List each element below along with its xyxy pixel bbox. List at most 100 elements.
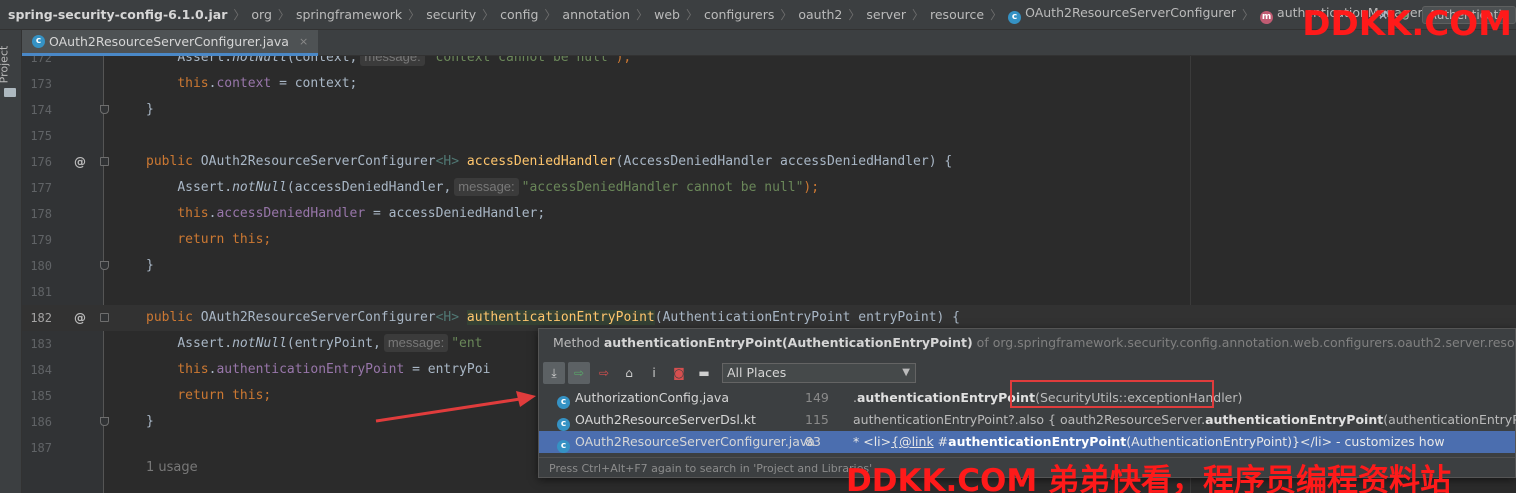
usage-file: AuthorizationConfig.java — [575, 390, 729, 405]
override-marker[interactable]: @ — [74, 305, 86, 331]
code-text: public OAuth2ResourceServerConfigurer<H>… — [146, 154, 953, 169]
breadcrumb-separator: 〉 — [482, 8, 495, 22]
code-text: this.accessDeniedHandler = accessDeniedH… — [177, 206, 546, 221]
line-number: 183 — [30, 337, 52, 351]
usage-file: OAuth2ResourceServerConfigurer.java — [575, 434, 815, 449]
breadcrumb-separator: 〉 — [990, 8, 1003, 22]
line-number: 174 — [30, 103, 52, 117]
left-tool-strip: Project — [0, 30, 22, 493]
breadcrumb-separator: 〉 — [911, 8, 924, 22]
close-icon[interactable]: × — [299, 35, 308, 48]
breadcrumb-separator: 〉 — [408, 8, 421, 22]
highlight-box — [1010, 380, 1214, 408]
line-number: 185 — [30, 389, 52, 403]
code-text: } — [146, 102, 154, 117]
line-number: 172 — [30, 56, 52, 65]
breadcrumb-class-label: OAuth2ResourceServerConfigurer — [1025, 5, 1237, 20]
fold-marker[interactable] — [100, 313, 109, 322]
usage-snippet: authenticationEntryPoint?.also { oauth2R… — [853, 412, 1516, 427]
usage-line: 115 — [805, 412, 829, 427]
usage-snippet: * <li>{@link #authenticationEntryPoint(A… — [853, 434, 1445, 449]
code-line: 177 Assert.notNull(accessDeniedHandler, m… — [22, 175, 1516, 201]
code-text: this.authenticationEntryPoint = entryPoi — [177, 362, 491, 377]
line-number: 187 — [30, 441, 52, 455]
param-hint: message: — [383, 334, 449, 352]
line-number: 182 — [30, 311, 52, 325]
code-line: 181 — [22, 279, 1516, 305]
breadcrumb-configurers[interactable]: configurers — [702, 7, 776, 22]
class-icon: c — [557, 396, 570, 409]
line-number: 181 — [30, 285, 52, 299]
scope-dropdown[interactable]: All Places ▼ — [722, 363, 916, 383]
show-read-access-icon[interactable]: ⇨ — [568, 362, 590, 384]
breadcrumb-config[interactable]: config — [498, 7, 540, 22]
editor-tab-label: OAuth2ResourceServerConfigurer.java — [49, 34, 289, 49]
code-line: 180 } — [22, 253, 1516, 279]
show-imports-icon[interactable]: ⌂ — [618, 362, 640, 384]
arrow-icon — [375, 391, 536, 423]
breadcrumb-resource[interactable]: resource — [928, 7, 986, 22]
breadcrumb-server[interactable]: server — [864, 7, 908, 22]
usage-line: 83 — [805, 434, 821, 449]
usage-count-hint[interactable]: 1 usage — [146, 460, 198, 475]
watermark-logo: DDKK.COM — [1302, 4, 1512, 44]
code-line: 178 this.accessDeniedHandler = accessDen… — [22, 201, 1516, 227]
selected-method-name: authenticationEntryPoint — [466, 310, 655, 325]
code-text: Assert.notNull(entryPoint, message: "ent — [177, 334, 483, 352]
line-number: 173 — [30, 77, 52, 91]
line-number: 175 — [30, 129, 52, 143]
breadcrumb-class[interactable]: c OAuth2ResourceServerConfigurer — [1006, 5, 1238, 24]
usage-row[interactable]: c OAuth2ResourceServerDsl.kt 115 authenti… — [539, 409, 1516, 431]
editor-tab-bar: c OAuth2ResourceServerConfigurer.java × — [22, 30, 1516, 56]
settings-icon[interactable]: ◙ — [668, 362, 690, 384]
code-line: 175 — [22, 123, 1516, 149]
popup-title: Method authenticationEntryPoint(Authenti… — [553, 335, 1515, 350]
preview-icon[interactable]: ▬ — [693, 362, 715, 384]
breadcrumb-separator: 〉 — [544, 8, 557, 22]
project-tool-tab[interactable]: Project — [0, 38, 19, 108]
breadcrumb-separator: 〉 — [1242, 8, 1255, 22]
breadcrumb-separator: 〉 — [685, 8, 698, 22]
usage-file: OAuth2ResourceServerDsl.kt — [575, 412, 756, 427]
code-line: 179 return this; — [22, 227, 1516, 253]
class-icon: c — [1008, 11, 1022, 24]
breadcrumb-separator: 〉 — [277, 8, 290, 22]
breadcrumb-web[interactable]: web — [652, 7, 682, 22]
breadcrumb-springframework[interactable]: springframework — [294, 7, 404, 22]
code-text: Assert.notNull(accessDeniedHandler, messa… — [177, 178, 820, 196]
line-number: 180 — [30, 259, 52, 273]
code-line: 173 this.context = context; — [22, 71, 1516, 97]
fold-marker[interactable] — [100, 261, 109, 270]
fold-marker[interactable] — [100, 105, 109, 114]
breadcrumb-separator: 〉 — [848, 8, 861, 22]
code-text: this.context = context; — [177, 76, 358, 91]
show-write-access-icon[interactable]: ⇨ — [593, 362, 615, 384]
method-icon: m — [1260, 11, 1274, 24]
scope-value: All Places — [727, 365, 787, 380]
breadcrumb-separator: 〉 — [636, 8, 649, 22]
code-line: 172 Assert.notNull(context, message: "cont… — [22, 56, 1516, 71]
breadcrumb-security[interactable]: security — [424, 7, 478, 22]
line-number: 178 — [30, 207, 52, 221]
param-hint: message: — [454, 178, 519, 196]
fold-marker[interactable] — [100, 417, 109, 426]
line-number: 179 — [30, 233, 52, 247]
merge-lines-icon[interactable]: ⤓ — [543, 362, 565, 384]
editor-tab[interactable]: c OAuth2ResourceServerConfigurer.java × — [22, 30, 319, 56]
fold-marker[interactable] — [100, 157, 109, 166]
breadcrumb-jar[interactable]: spring-security-config-6.1.0.jar — [6, 7, 229, 22]
breadcrumb-org[interactable]: org — [249, 7, 274, 22]
usage-row-selected[interactable]: c OAuth2ResourceServerConfigurer.java 83 … — [539, 431, 1515, 453]
folder-icon — [4, 88, 16, 97]
class-icon: c — [32, 35, 45, 48]
info-icon[interactable]: i — [643, 362, 665, 384]
popup-toolbar: ⤓ ⇨ ⇨ ⌂ i ◙ ▬ All Places ▼ — [543, 361, 916, 385]
code-text: return this; — [177, 388, 272, 403]
class-icon: c — [557, 418, 570, 431]
breadcrumb-oauth2[interactable]: oauth2 — [796, 7, 844, 22]
watermark-banner: DDKK.COM 弟弟快看，程序员编程资料站 — [846, 463, 1452, 493]
breadcrumb-annotation[interactable]: annotation — [560, 7, 632, 22]
override-marker[interactable]: @ — [74, 149, 86, 175]
line-number: 184 — [30, 363, 52, 377]
line-number: 176 — [30, 155, 52, 169]
